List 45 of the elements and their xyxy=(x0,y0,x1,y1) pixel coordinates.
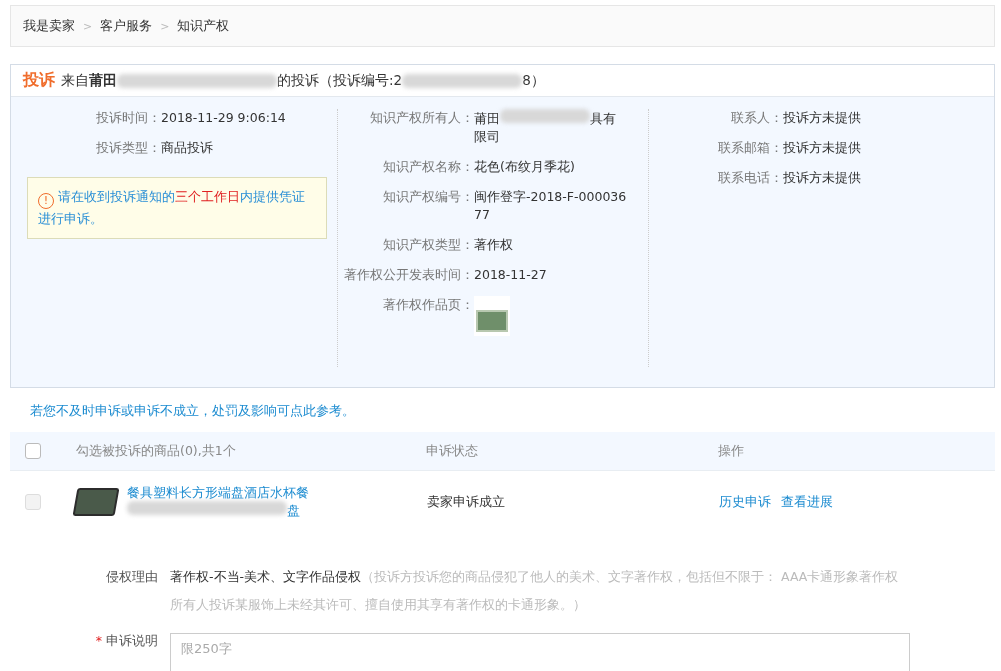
product-thumbnail xyxy=(72,488,120,516)
field-value: 投诉方未提供 xyxy=(783,139,861,157)
breadcrumb-link[interactable]: 客户服务 xyxy=(100,17,153,35)
field-value: 闽作登字-2018-F-00003677 xyxy=(474,188,628,224)
complaint-title: 投诉 xyxy=(23,70,55,91)
complaint-number-label: 的投诉（投诉编号:2 xyxy=(277,71,403,90)
field-value: 商品投诉 xyxy=(161,139,213,157)
column-header: 操作 xyxy=(718,442,744,460)
field-label: 知识产权所有人： xyxy=(369,109,474,127)
field-value: 著作权 xyxy=(474,236,514,254)
field-label: 投诉类型： xyxy=(95,139,161,157)
breadcrumb-link[interactable]: 我是卖家 xyxy=(23,17,75,35)
penalty-info-link[interactable]: 若您不及时申诉或申诉不成立，处罚及影响可点此参考。 xyxy=(30,403,355,418)
breadcrumb-separator: > xyxy=(160,19,170,33)
field-label: 知识产权名称： xyxy=(382,158,474,176)
field-label: 知识产权编号： xyxy=(382,188,474,206)
complainant-label: 来自莆田 xyxy=(61,71,117,90)
field-value: 2018-11-29 9:06:14 xyxy=(161,109,286,127)
field-value: 限司 xyxy=(474,129,500,144)
field-label: 联系电话： xyxy=(717,169,783,187)
appeal-label: * 申诉说明 xyxy=(94,633,159,650)
field-value: 2018-11-27 xyxy=(474,266,548,284)
field-label: 联系人： xyxy=(730,109,783,127)
field-label: 投诉时间： xyxy=(95,109,161,127)
field-label: 知识产权类型： xyxy=(382,236,474,254)
deadline-notice: ! 请在收到投诉通知的三个工作日 内提供凭证进行申诉。 xyxy=(27,177,327,239)
field-value: 具有 xyxy=(590,111,616,126)
breadcrumb-link[interactable]: 知识产权 xyxy=(177,17,230,35)
appeal-status: 卖家申诉成立 xyxy=(427,493,506,511)
field-label: 著作权公开发表时间： xyxy=(343,266,474,284)
complaint-number-end: 8） xyxy=(522,71,545,90)
column-header: 勾选被投诉的商品(0),共1个 xyxy=(76,442,237,460)
reason-label: 侵权理由 xyxy=(105,568,159,586)
field-value: 投诉方未提供 xyxy=(783,169,861,187)
field-value: 投诉方未提供 xyxy=(783,109,861,127)
reason-text: 著作权-不当-美术、文字作品侵权（投诉方投诉您的商品侵犯了他人的美术、文字著作权，包括但不限于： AAA卡通形象著作权所有人投诉某服饰上未经其许可、擅自使用其享有著作权的卡通形象。） xyxy=(170,568,900,614)
artwork-thumbnail[interactable] xyxy=(474,296,510,336)
field-label: 联系邮箱： xyxy=(717,139,783,157)
field-value: 花色(布纹月季花) xyxy=(474,158,576,176)
select-all-checkbox[interactable] xyxy=(25,443,41,459)
appeal-textarea[interactable]: 限250字 xyxy=(170,633,910,671)
column-header: 申诉状态 xyxy=(426,442,479,460)
breadcrumb-separator: > xyxy=(83,19,93,33)
field-label: 著作权作品页： xyxy=(382,296,474,314)
field-value: 莆田 xyxy=(474,111,500,126)
